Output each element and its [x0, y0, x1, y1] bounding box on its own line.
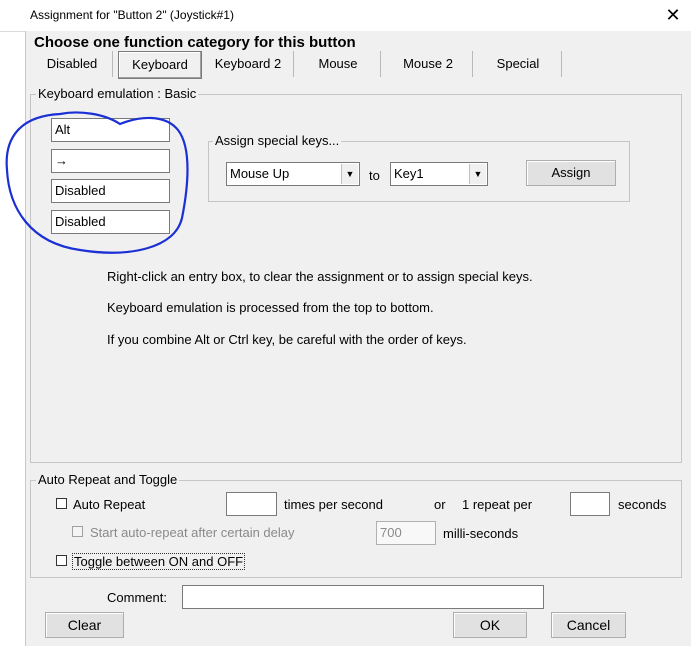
chevron-down-icon[interactable]: ▼ [469, 164, 486, 184]
tab-keyboard[interactable]: Keyboard [118, 51, 202, 79]
milli-seconds-label: milli-seconds [443, 526, 519, 541]
one-repeat-per-label: 1 repeat per [462, 497, 533, 512]
comment-input[interactable] [182, 585, 544, 609]
toggle-checkbox[interactable] [56, 555, 67, 566]
annotation-circle [5, 111, 189, 254]
auto-repeat-label: Auto Repeat [73, 497, 146, 512]
auto-repeat-checkbox[interactable] [56, 498, 67, 509]
tab-mouse[interactable]: Mouse [296, 51, 381, 77]
toggle-label: Toggle between ON and OFF [72, 553, 246, 570]
close-icon[interactable]: ✕ [662, 4, 684, 26]
comment-label: Comment: [107, 590, 167, 605]
seconds-label: seconds [618, 497, 667, 512]
auto-repeat-legend: Auto Repeat and Toggle [36, 472, 180, 487]
category-heading: Choose one function category for this bu… [34, 34, 356, 51]
tab-keyboard-2[interactable]: Keyboard 2 [203, 51, 294, 77]
special-key-to-select[interactable]: Key1 ▼ [390, 162, 488, 186]
seconds-input[interactable] [570, 492, 610, 516]
times-per-second-input[interactable] [226, 492, 277, 516]
special-key-from-select[interactable]: Mouse Up ▼ [226, 162, 360, 186]
tab-mouse-2[interactable]: Mouse 2 [384, 51, 473, 77]
special-keys-legend: Assign special keys... [213, 133, 342, 148]
tab-special[interactable]: Special [475, 51, 562, 77]
ok-button[interactable]: OK [453, 612, 527, 638]
keyboard-emulation-legend: Keyboard emulation : Basic [36, 86, 199, 101]
note-right-click: Right-click an entry box, to clear the a… [107, 269, 533, 284]
delay-label: Start auto-repeat after certain delay [90, 525, 295, 540]
delay-checkbox[interactable] [72, 526, 83, 537]
times-per-second-label: times per second [284, 497, 383, 512]
delay-milliseconds-input[interactable]: 700 [376, 521, 436, 545]
or-label: or [434, 497, 446, 512]
chevron-down-icon[interactable]: ▼ [341, 164, 358, 184]
annotation-stroke [5, 111, 189, 254]
title-bar: Assignment for "Button 2" (Joystick#1) ✕ [0, 0, 691, 32]
special-key-to-value: Key1 [394, 166, 424, 181]
note-order: Keyboard emulation is processed from the… [107, 300, 434, 315]
special-key-from-value: Mouse Up [230, 166, 290, 181]
tab-disabled[interactable]: Disabled [32, 51, 113, 77]
to-label: to [369, 168, 380, 183]
note-combine: If you combine Alt or Ctrl key, be caref… [107, 332, 467, 347]
assign-button[interactable]: Assign [526, 160, 616, 186]
cancel-button[interactable]: Cancel [551, 612, 626, 638]
window-title: Assignment for "Button 2" (Joystick#1) [30, 8, 234, 22]
clear-button[interactable]: Clear [45, 612, 124, 638]
